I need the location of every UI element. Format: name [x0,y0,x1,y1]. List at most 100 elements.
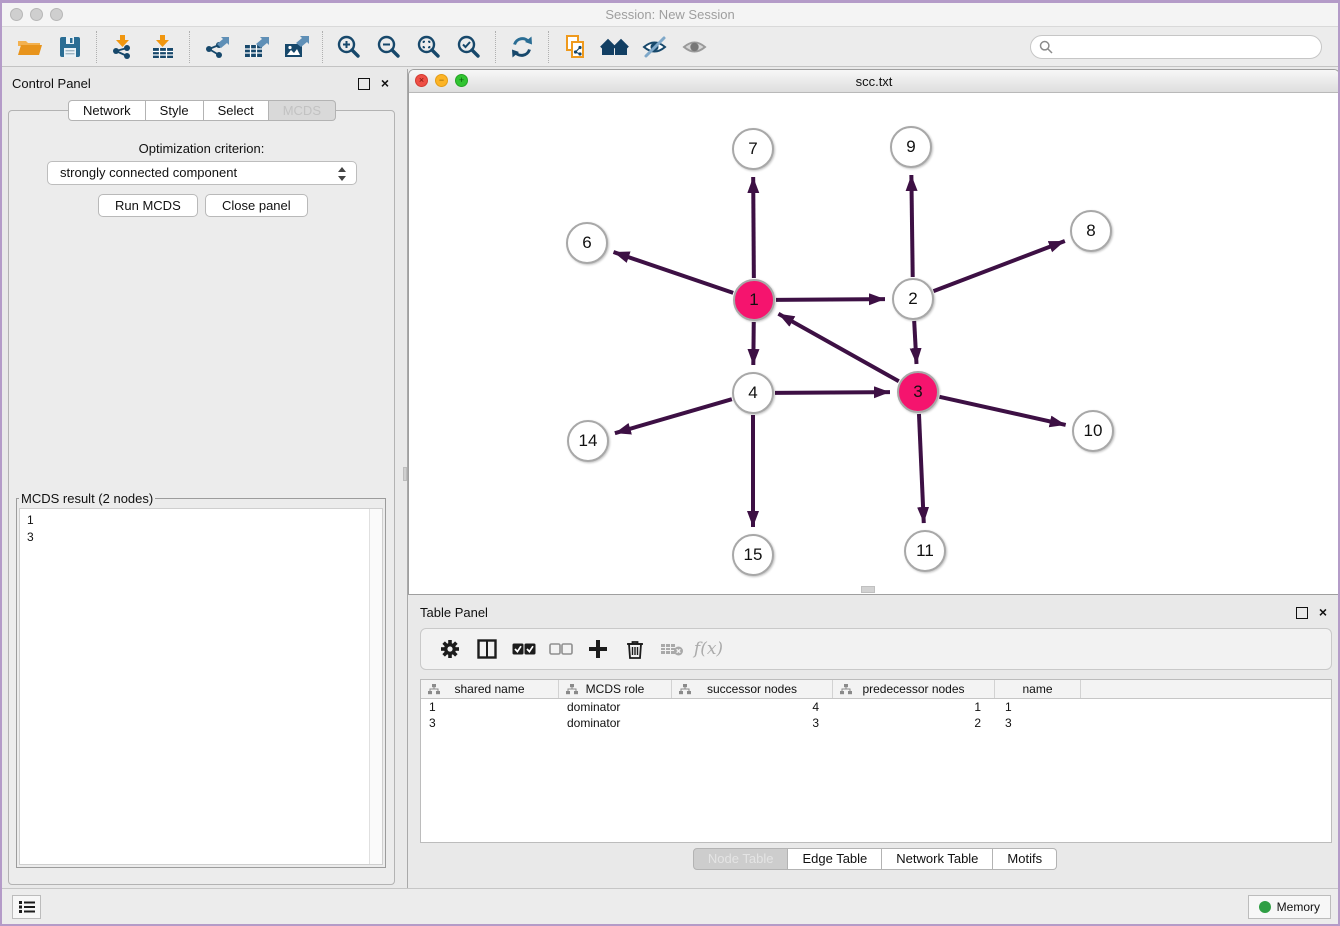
apply-preferred-layout-button[interactable] [502,30,542,64]
hierarchy-icon [840,684,852,695]
mcds-result-list[interactable]: 1 3 [19,508,383,865]
toolbar-separator [322,31,323,63]
task-history-button[interactable] [12,895,41,919]
add-column-button[interactable] [579,632,616,666]
edge-4-3[interactable] [775,392,890,393]
edge-3-10[interactable] [939,397,1065,425]
graph-node-15[interactable]: 15 [732,534,774,576]
cell-successor-nodes: 4 [672,699,833,715]
run-mcds-button[interactable]: Run MCDS [98,194,198,217]
edge-1-2[interactable] [776,299,885,300]
edge-2-3[interactable] [914,321,916,364]
graph-node-8[interactable]: 8 [1070,210,1112,252]
control-panel-float-icon[interactable] [358,78,370,90]
delete-column-button[interactable] [616,632,653,666]
zoom-fit-icon [416,34,442,60]
zoom-in-button[interactable] [329,30,369,64]
tab-network[interactable]: Network [68,100,146,121]
tab-network-table[interactable]: Network Table [882,848,993,870]
table-panel-tabs: Node Table Edge Table Network Table Moti… [408,848,1340,870]
close-panel-button[interactable]: Close panel [205,194,308,217]
network-window-titlebar[interactable]: × − + scc.txt [409,70,1339,93]
table-row[interactable]: 3 dominator 3 2 3 [421,715,1331,731]
search-input[interactable] [1059,40,1313,54]
export-network-button[interactable] [196,30,236,64]
graph-node-9[interactable]: 9 [890,126,932,168]
column-header-predecessor-nodes[interactable]: predecessor nodes [833,680,995,698]
window-titlebar: Session: New Session [2,3,1338,27]
memory-button[interactable]: Memory [1248,895,1331,919]
mcds-result-scrollbar[interactable] [369,509,382,864]
hierarchy-icon [679,684,691,695]
zoom-out-button[interactable] [369,30,409,64]
network-canvas[interactable]: 7 9 6 8 1 2 4 3 14 10 15 11 [409,93,1339,594]
memory-label: Memory [1277,900,1320,914]
graph-node-14[interactable]: 14 [567,420,609,462]
import-table-button[interactable] [143,30,183,64]
show-all-nodes-edges-button[interactable] [595,30,635,64]
deselect-all-rows-button[interactable] [542,632,579,666]
toolbar-separator [189,31,190,63]
column-layout-button[interactable] [468,632,505,666]
graph-node-4[interactable]: 4 [732,372,774,414]
cell-predecessor-nodes: 1 [833,699,995,715]
tab-node-table[interactable]: Node Table [693,848,789,870]
show-graphics-details-button[interactable] [675,30,715,64]
edge-2-9[interactable] [911,175,912,277]
tab-select[interactable]: Select [204,100,269,121]
graph-node-11[interactable]: 11 [904,530,946,572]
select-all-rows-button[interactable] [505,632,542,666]
table-header-row: shared name MCDS role successor nodes pr… [421,680,1331,699]
node-table: shared name MCDS role successor nodes pr… [420,679,1332,843]
edge-4-14[interactable] [615,399,732,433]
control-panel-close-icon[interactable]: × [378,75,392,91]
zoom-in-icon [336,34,362,60]
graph-node-6[interactable]: 6 [566,222,608,264]
graph-node-2[interactable]: 2 [892,278,934,320]
export-table-button[interactable] [236,30,276,64]
mcds-result-group: MCDS result (2 nodes) 1 3 [16,491,386,868]
zoom-selected-icon [456,34,482,60]
search-field[interactable] [1030,35,1322,59]
copy-network-button[interactable] [555,30,595,64]
tab-edge-table[interactable]: Edge Table [788,848,882,870]
hide-graphics-details-button[interactable] [635,30,675,64]
graph-node-10[interactable]: 10 [1072,410,1114,452]
graph-node-7[interactable]: 7 [732,128,774,170]
zoom-selected-button[interactable] [449,30,489,64]
tab-style[interactable]: Style [146,100,204,121]
zoom-fit-content-button[interactable] [409,30,449,64]
splitter-grip[interactable] [403,467,407,481]
export-image-button[interactable] [276,30,316,64]
import-network-button[interactable] [103,30,143,64]
canvas-splitter-grip[interactable] [861,586,875,593]
list-icon [19,900,35,914]
toolbar-separator [96,31,97,63]
table-panel-float-icon[interactable] [1296,607,1308,619]
tab-motifs[interactable]: Motifs [993,848,1057,870]
select-stepper-icon [337,166,347,182]
edge-3-11[interactable] [919,414,924,523]
edge-1-6[interactable] [613,252,733,293]
mcds-result-item: 3 [27,529,382,546]
column-header-mcds-role[interactable]: MCDS role [559,680,672,698]
optimization-criterion-select[interactable]: strongly connected component [47,161,357,185]
tab-mcds[interactable]: MCDS [269,100,336,121]
edge-1-7[interactable] [753,177,754,278]
edge-3-1[interactable] [778,314,898,382]
column-header-name[interactable]: name [995,680,1081,698]
table-row[interactable]: 1 dominator 4 1 1 [421,699,1331,715]
save-session-button[interactable] [50,30,90,64]
import-table-icon [150,34,176,60]
fx-icon: f(x) [694,639,723,659]
open-session-button[interactable] [10,30,50,64]
column-header-successor-nodes[interactable]: successor nodes [672,680,833,698]
main-toolbar [2,27,1338,67]
edge-2-8[interactable] [934,241,1065,291]
table-settings-button[interactable] [431,632,468,666]
graph-node-3[interactable]: 3 [897,371,939,413]
apply-function-button: f(x) [690,632,727,666]
graph-node-1[interactable]: 1 [733,279,775,321]
column-header-shared-name[interactable]: shared name [421,680,559,698]
table-panel-close-icon[interactable]: × [1316,604,1330,620]
